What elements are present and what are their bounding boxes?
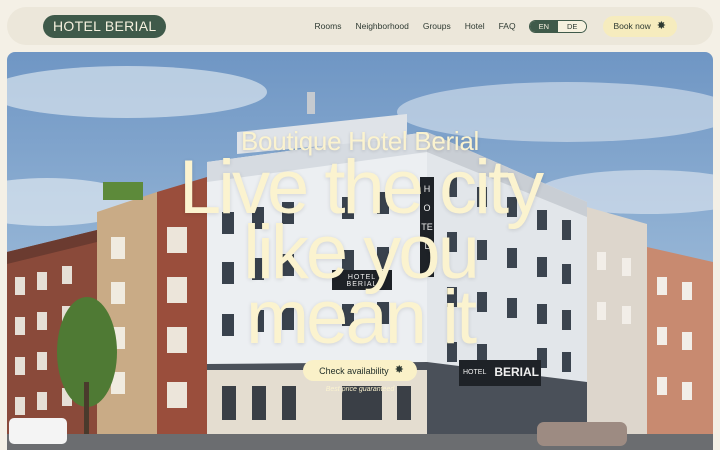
hero-overlay: Boutique Hotel Berial Live the city like…	[7, 52, 713, 450]
book-now-label: Book now	[613, 21, 651, 31]
sparkle-icon: ✸	[656, 19, 666, 32]
nav-link-hotel[interactable]: Hotel	[465, 21, 485, 31]
hotel-logo[interactable]: HOTEL BERIAL	[43, 14, 167, 38]
book-now-button[interactable]: Book now ✸	[603, 15, 677, 37]
hero-section: HOTEL HOTEL BERIAL HOTEL BERIAL Boutique…	[7, 52, 713, 450]
nav-link-rooms[interactable]: Rooms	[315, 21, 342, 31]
check-availability-label: Check availability	[319, 365, 389, 376]
sparkle-icon: ✸	[394, 364, 404, 376]
best-price-note: Best price guaranteed	[325, 386, 395, 393]
hero-title-line-3: mean it	[245, 275, 477, 360]
nav-links: Rooms Neighborhood Groups Hotel FAQ EN D…	[301, 15, 677, 37]
language-option-en[interactable]: EN	[529, 20, 559, 32]
top-navigation: HOTEL BERIAL Rooms Neighborhood Groups H…	[7, 7, 713, 45]
nav-link-neighborhood[interactable]: Neighborhood	[355, 21, 408, 31]
check-availability-button[interactable]: Check availability ✸	[303, 360, 417, 381]
logo-text: HOTEL BERIAL	[53, 18, 157, 34]
nav-link-faq[interactable]: FAQ	[499, 21, 516, 31]
language-option-de[interactable]: DE	[558, 20, 587, 32]
hero-title: Live the city like you mean it	[179, 150, 544, 360]
nav-link-groups[interactable]: Groups	[423, 21, 451, 31]
language-toggle: EN DE	[528, 19, 588, 33]
